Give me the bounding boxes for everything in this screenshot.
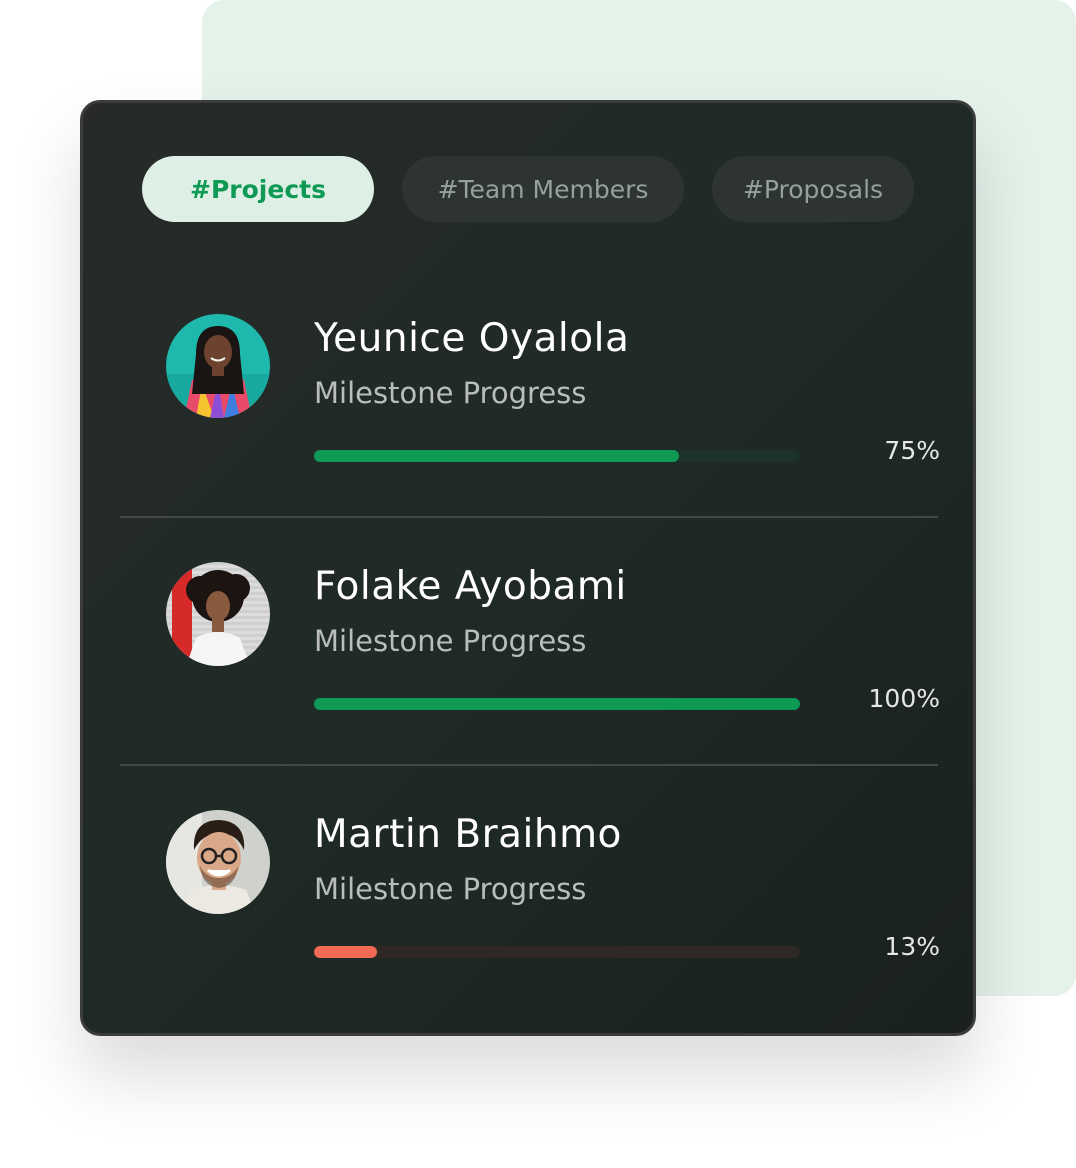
member-subtitle: Milestone Progress <box>314 872 587 906</box>
avatar <box>166 562 270 666</box>
progress-track <box>314 450 800 462</box>
tab-team-members[interactable]: #Team Members <box>402 156 684 222</box>
member-row[interactable]: Folake Ayobami Milestone Progress 100% <box>120 562 940 810</box>
progress-track <box>314 946 800 958</box>
avatar <box>166 314 270 418</box>
member-subtitle: Milestone Progress <box>314 376 587 410</box>
member-name: Yeunice Oyalola <box>314 316 630 361</box>
member-name: Folake Ayobami <box>314 564 627 609</box>
progress-fill <box>314 946 378 958</box>
member-subtitle: Milestone Progress <box>314 624 587 658</box>
progress-fill <box>314 450 679 462</box>
divider <box>120 764 938 766</box>
member-row[interactable]: Martin Braihmo Milestone Progress 13% <box>120 810 940 1058</box>
progress-percentage: 100% <box>868 684 940 713</box>
progress-track <box>314 698 800 710</box>
progress-fill <box>314 698 800 710</box>
avatar <box>166 810 270 914</box>
progress-percentage: 13% <box>884 932 940 961</box>
progress-percentage: 75% <box>884 436 940 465</box>
tab-projects[interactable]: #Projects <box>142 156 374 222</box>
tab-proposals[interactable]: #Proposals <box>712 156 914 222</box>
member-row[interactable]: Yeunice Oyalola Milestone Progress 75% <box>120 314 940 562</box>
member-name: Martin Braihmo <box>314 812 622 857</box>
divider <box>120 516 938 518</box>
team-progress-card: #Projects #Team Members #Proposals Yeuni… <box>80 100 976 1036</box>
